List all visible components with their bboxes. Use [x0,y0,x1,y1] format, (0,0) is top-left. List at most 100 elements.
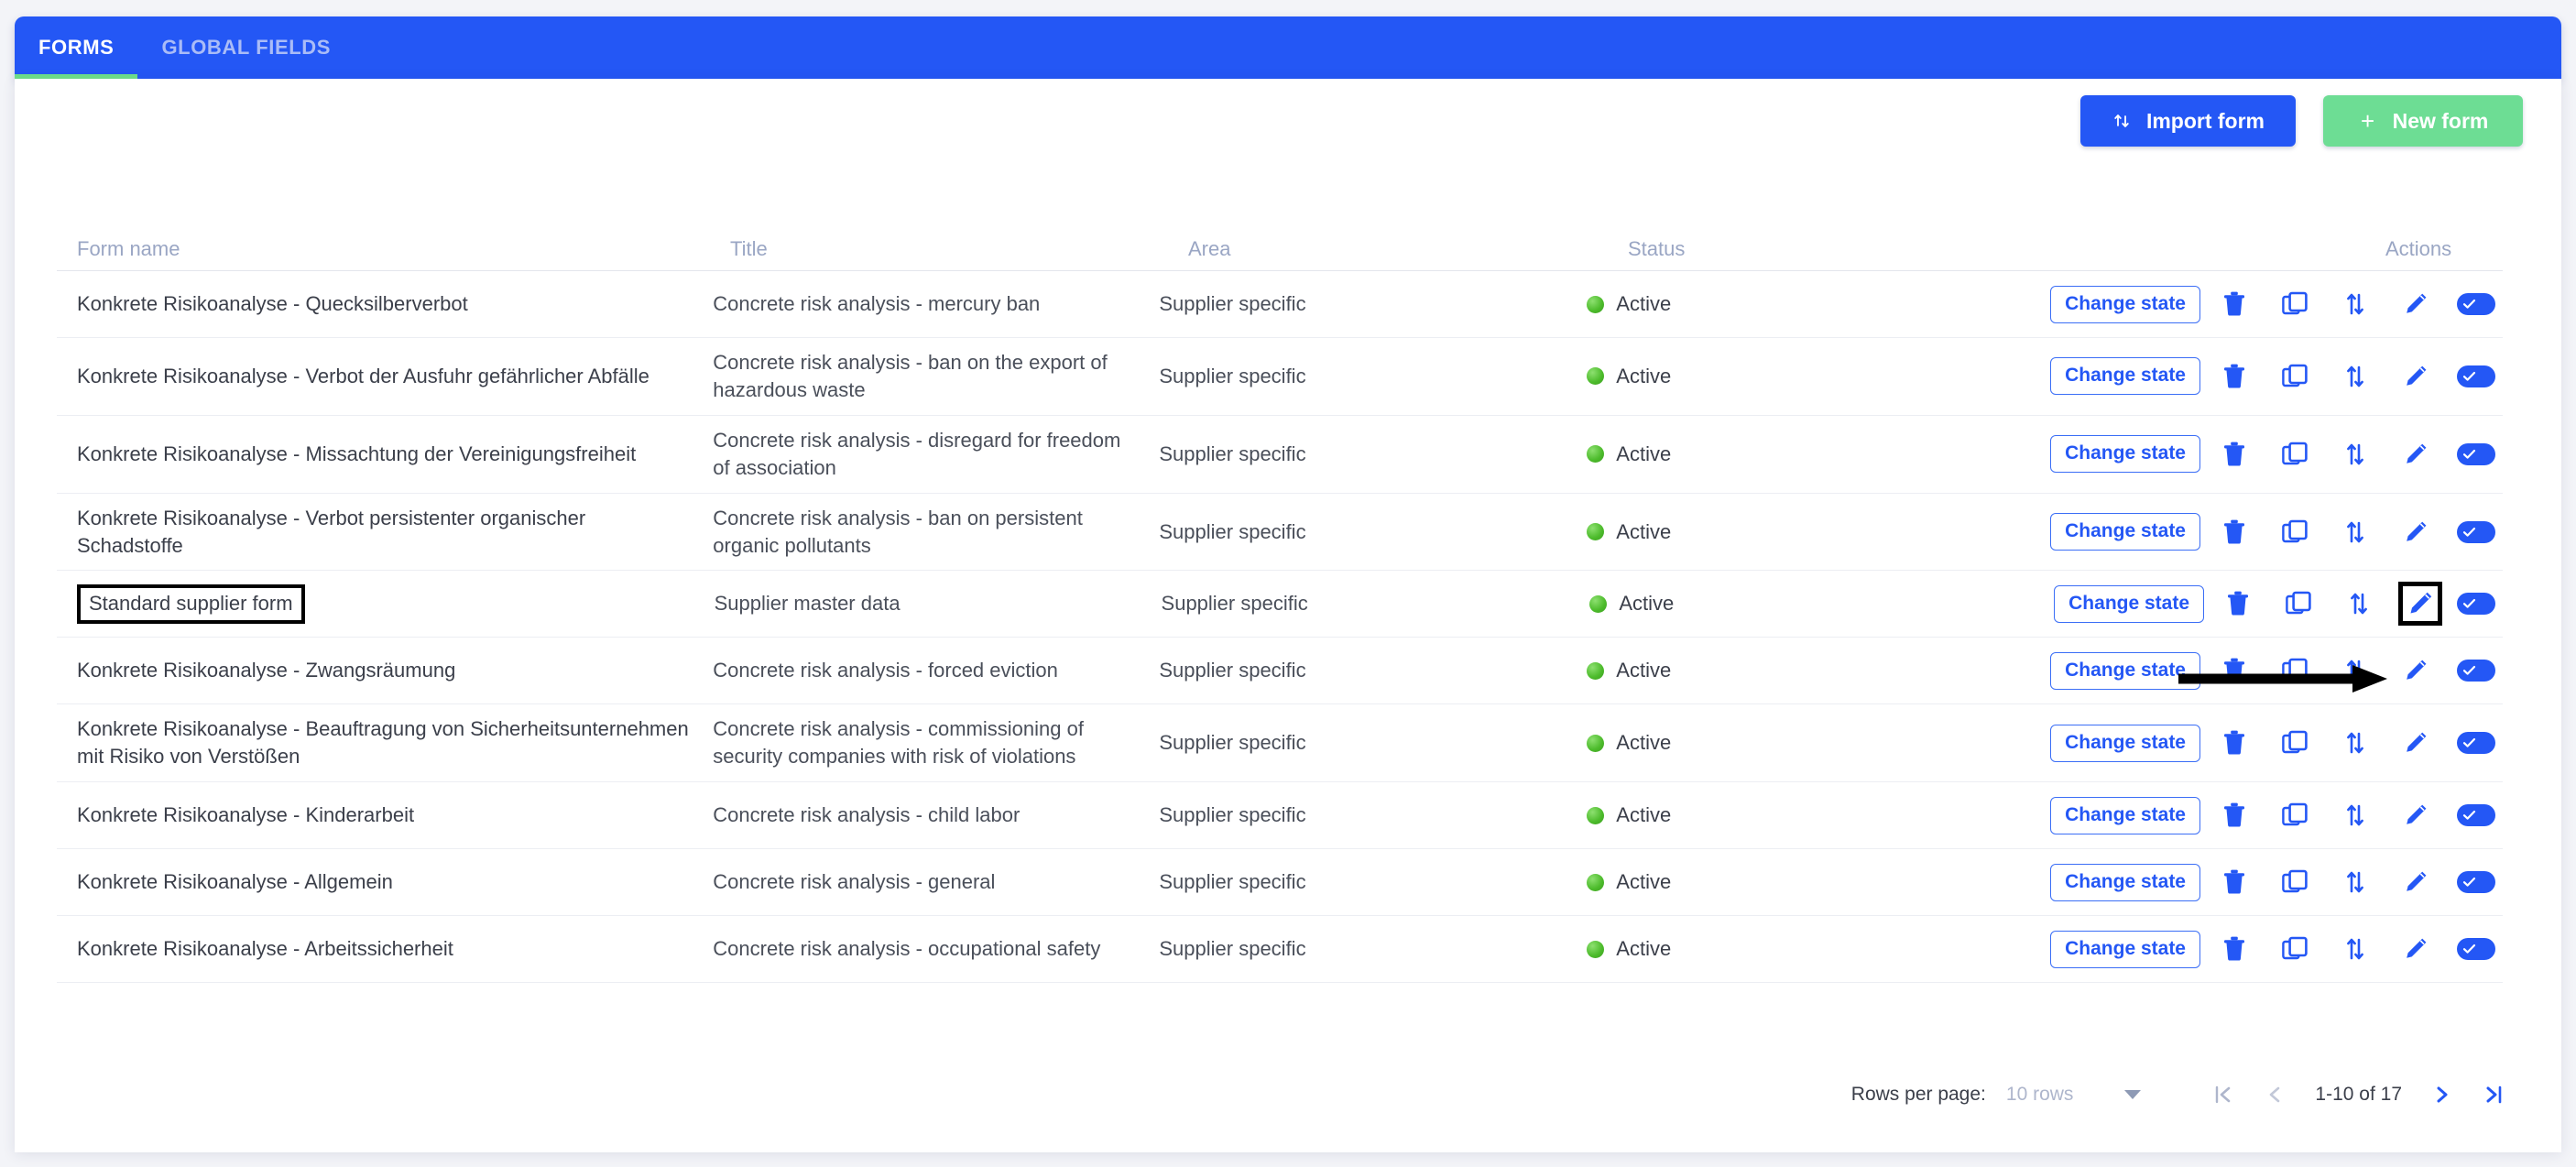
delete-icon[interactable] [2208,512,2261,552]
change-state-button[interactable]: Change state [2050,513,2200,551]
table-row[interactable]: Konkrete Risikoanalyse - Verbot persiste… [57,494,2503,572]
edit-pencil-icon[interactable] [2389,512,2442,552]
status-dot-icon [1587,523,1605,541]
tab-global-fields[interactable]: GLOBAL FIELDS [137,16,355,79]
move-updown-icon[interactable] [2329,723,2382,763]
form-area-text: Supplier specific [1159,519,1306,543]
edit-pencil-icon[interactable] [2389,795,2442,835]
delete-icon[interactable] [2208,434,2261,474]
move-updown-icon[interactable] [2329,512,2382,552]
toggle-on-icon[interactable] [2450,650,2503,691]
import-form-button[interactable]: Import form [2079,95,2296,147]
edit-pencil-icon[interactable] [2389,356,2442,397]
move-updown-icon[interactable] [2329,929,2382,969]
change-state-button[interactable]: Change state [2050,435,2200,474]
status-badge: Active [1587,292,2050,316]
toggle-on-icon[interactable] [2450,434,2503,474]
new-form-button[interactable]: + New form [2323,95,2523,147]
status-dot-icon [1587,873,1605,891]
change-state-button[interactable]: Change state [2050,357,2200,396]
toolbar-actions: Import form + New form [2079,95,2523,147]
status-badge: Active [1587,365,2050,388]
delete-icon[interactable] [2208,929,2261,969]
delete-icon[interactable] [2208,862,2261,902]
status-dot-icon [1587,940,1605,958]
edit-pencil-icon[interactable] [2389,284,2442,324]
delete-icon[interactable] [2208,650,2261,691]
first-page-button[interactable] [2198,1076,2249,1113]
toggle-on-icon[interactable] [2450,512,2503,552]
form-area-text: Supplier specific [1161,592,1308,616]
toggle-on-icon[interactable] [2450,356,2503,397]
toggle-on-icon[interactable] [2450,284,2503,324]
form-title-text: Concrete risk analysis - occupational sa… [713,937,1101,961]
toggle-on-icon[interactable] [2450,929,2503,969]
form-area-text: Supplier specific [1159,803,1306,827]
change-state-button[interactable]: Change state [2054,584,2205,623]
table-row[interactable]: Konkrete Risikoanalyse - Missachtung der… [57,416,2503,494]
last-page-button[interactable] [2468,1076,2519,1113]
table-row[interactable]: Konkrete Risikoanalyse - Allgemein Concre… [57,849,2503,917]
form-area-text: Supplier specific [1159,442,1306,465]
edit-pencil-icon[interactable] [2389,862,2442,902]
move-updown-icon[interactable] [2329,356,2382,397]
form-area-text: Supplier specific [1159,364,1306,387]
copy-icon[interactable] [2272,584,2325,624]
delete-icon[interactable] [2208,356,2261,397]
table-row[interactable]: Konkrete Risikoanalyse - Quecksilberverb… [57,271,2503,338]
change-state-button[interactable]: Change state [2050,796,2200,834]
prev-page-button[interactable] [2249,1076,2300,1113]
chevron-down-icon [2124,1090,2142,1099]
prev-page-icon [2270,1086,2280,1103]
rows-per-page-select[interactable]: 10 rows [2006,1084,2142,1106]
tab-bar: FORMS GLOBAL FIELDS [15,16,355,79]
change-state-button[interactable]: Change state [2050,930,2200,968]
tab-forms[interactable]: FORMS [15,16,138,79]
copy-icon[interactable] [2268,929,2321,969]
move-updown-icon[interactable] [2329,284,2382,324]
copy-icon[interactable] [2268,650,2321,691]
copy-icon[interactable] [2268,512,2321,552]
move-updown-icon[interactable] [2329,862,2382,902]
table-row[interactable]: Konkrete Risikoanalyse - Verbot der Ausf… [57,338,2503,416]
tab-forms-label: FORMS [38,36,115,59]
toggle-on-icon[interactable] [2450,723,2503,763]
edit-pencil-icon[interactable] [2389,723,2442,763]
edit-pencil-icon-highlighted[interactable] [2398,582,2443,627]
next-page-button[interactable] [2417,1076,2468,1113]
delete-icon[interactable] [2211,584,2265,624]
edit-pencil-icon[interactable] [2389,434,2442,474]
delete-icon[interactable] [2208,723,2261,763]
toggle-on-icon[interactable] [2450,862,2503,902]
table-row[interactable]: Konkrete Risikoanalyse - Kinderarbeit Con… [57,782,2503,850]
copy-icon[interactable] [2268,356,2321,397]
copy-icon[interactable] [2268,723,2321,763]
move-updown-icon[interactable] [2332,584,2385,624]
toggle-on-icon[interactable] [2450,584,2503,624]
edit-pencil-icon[interactable] [2389,929,2442,969]
delete-icon[interactable] [2208,795,2261,835]
change-state-button[interactable]: Change state [2050,285,2200,323]
status-badge: Active [1587,442,2050,466]
copy-icon[interactable] [2268,284,2321,324]
change-state-button[interactable]: Change state [2050,863,2200,901]
copy-icon[interactable] [2268,795,2321,835]
status-badge: Active [1587,659,2050,682]
edit-pencil-icon[interactable] [2389,650,2442,691]
form-name-text: Konkrete Risikoanalyse - Quecksilberverb… [77,292,468,316]
table-row[interactable]: Konkrete Risikoanalyse - Zwangsräumung Co… [57,638,2503,705]
table-row[interactable]: Konkrete Risikoanalyse - Arbeitssicherhe… [57,916,2503,984]
top-blue-bar: FORMS GLOBAL FIELDS [15,16,2561,79]
copy-icon[interactable] [2268,862,2321,902]
toggle-on-icon[interactable] [2450,795,2503,835]
delete-icon[interactable] [2208,284,2261,324]
move-updown-icon[interactable] [2329,650,2382,691]
table-row[interactable]: Standard supplier form Supplier master da… [57,571,2503,638]
move-updown-icon[interactable] [2329,795,2382,835]
copy-icon[interactable] [2268,434,2321,474]
column-header-status: Status [1628,236,1686,260]
change-state-button[interactable]: Change state [2050,651,2200,690]
change-state-button[interactable]: Change state [2050,724,2200,762]
table-row[interactable]: Konkrete Risikoanalyse - Beauftragung vo… [57,704,2503,783]
move-updown-icon[interactable] [2329,434,2382,474]
